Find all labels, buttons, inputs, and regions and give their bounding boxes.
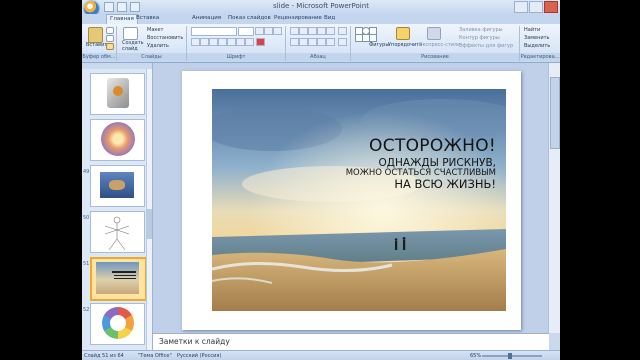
smartart-icon[interactable]	[338, 38, 347, 46]
layout-button[interactable]: Макет	[147, 27, 163, 33]
window-title: slide - Microsoft PowerPoint	[273, 2, 369, 10]
minimize-button[interactable]	[514, 1, 528, 13]
editor-vertical-scrollbar[interactable]	[548, 63, 560, 333]
text-direction-icon[interactable]	[338, 27, 347, 35]
justify-icon[interactable]	[317, 38, 326, 46]
slide-thumbnail[interactable]	[90, 303, 145, 345]
tab-insert[interactable]: Вставка	[136, 15, 159, 21]
slides-panel: 49 50 51 52	[82, 63, 153, 350]
slide-thumbnail-selected[interactable]	[90, 257, 147, 301]
reset-button[interactable]: Восстановить	[147, 35, 183, 41]
font-color-icon[interactable]	[256, 38, 265, 46]
title-bar: slide - Microsoft PowerPoint	[82, 0, 560, 16]
language-indicator[interactable]: Русский (Россия)	[177, 353, 221, 359]
group-editing-label: Редактирова...	[520, 53, 560, 61]
copy-icon[interactable]	[106, 35, 114, 42]
shapes-button[interactable]: Фигуры	[369, 42, 389, 48]
status-bar: Слайд 51 из 64 "Тема Office" Русский (Ро…	[82, 350, 560, 360]
increase-indent-icon[interactable]	[317, 27, 326, 35]
format-painter-icon[interactable]	[106, 43, 114, 50]
spacing-icon[interactable]	[236, 38, 245, 46]
quote-line-4: НА ВСЮ ЖИЗНЬ!	[394, 177, 496, 192]
shape-outline-button[interactable]: Контур фигуры	[459, 35, 500, 41]
thumb-number: 49	[83, 169, 90, 175]
slide-thumbnail[interactable]	[90, 165, 145, 207]
delete-button[interactable]: Удалить	[147, 43, 169, 49]
thumb-number: 50	[83, 215, 90, 221]
shape-fill-button[interactable]: Заливка фигуры	[459, 27, 503, 33]
tab-home[interactable]: Главная	[106, 14, 138, 24]
align-right-icon[interactable]	[308, 38, 317, 46]
thumb-number: 51	[83, 261, 90, 267]
notes-placeholder: Заметки к слайду	[159, 337, 230, 346]
case-icon[interactable]	[245, 38, 254, 46]
window-controls	[514, 1, 558, 13]
numbering-icon[interactable]	[299, 27, 308, 35]
align-center-icon[interactable]	[299, 38, 308, 46]
decrease-indent-icon[interactable]	[308, 27, 317, 35]
grow-font-icon[interactable]	[255, 27, 264, 35]
close-button[interactable]	[544, 1, 558, 13]
tab-review[interactable]: Рецензирование	[274, 15, 322, 21]
group-clipboard-label: Буфер обм...	[82, 53, 116, 61]
font-name-field[interactable]	[191, 27, 237, 36]
strikethrough-icon[interactable]	[218, 38, 227, 46]
slide-thumbnail[interactable]	[90, 211, 145, 253]
slides-panel-scrollbar[interactable]	[146, 69, 152, 350]
beach-photo[interactable]: ОСТОРОЖНО! ОДНАЖДЫ РИСКНУВ, МОЖНО ОСТАТЬ…	[212, 89, 506, 311]
quick-styles-icon[interactable]	[427, 27, 441, 40]
underline-icon[interactable]	[209, 38, 218, 46]
group-drawing-label: Рисование	[351, 53, 519, 61]
ribbon-tabs: Главная Вставка Анимация Показ слайдов Р…	[82, 14, 560, 24]
ribbon: Вставить Создать слайд Макет Восстановит…	[82, 24, 560, 63]
tab-view[interactable]: Вид	[324, 15, 335, 21]
shadow-icon[interactable]	[227, 38, 236, 46]
arrange-button[interactable]: Упорядочить	[388, 42, 422, 48]
quick-styles-button[interactable]: Экспресс-стили	[419, 42, 460, 48]
shape-star-icon[interactable]	[369, 34, 377, 42]
find-button[interactable]: Найти	[524, 27, 540, 33]
replace-button[interactable]: Заменить	[524, 35, 550, 41]
slide-thumbnail[interactable]	[90, 73, 145, 115]
slide-canvas[interactable]: ОСТОРОЖНО! ОДНАЖДЫ РИСКНУВ, МОЖНО ОСТАТЬ…	[182, 71, 521, 330]
group-slides-label: Слайды	[117, 53, 186, 61]
line-spacing-icon[interactable]	[326, 27, 335, 35]
new-slide-icon[interactable]	[123, 27, 138, 40]
quote-textbox[interactable]: ОСТОРОЖНО! ОДНАЖДЫ РИСКНУВ, МОЖНО ОСТАТЬ…	[296, 136, 496, 192]
quote-line-2: ОДНАЖДЫ РИСКНУВ,	[378, 156, 496, 169]
thumb-number: 52	[83, 307, 90, 313]
scrollbar-thumb[interactable]	[550, 77, 560, 149]
scrollbar-thumb[interactable]	[147, 209, 152, 239]
italic-icon[interactable]	[200, 38, 209, 46]
font-size-field[interactable]	[238, 27, 254, 36]
quote-line-1: ОСТОРОЖНО!	[369, 136, 496, 156]
notes-pane[interactable]: Заметки к слайду	[153, 333, 549, 350]
shrink-font-icon[interactable]	[264, 27, 273, 35]
zoom-slider-handle[interactable]	[508, 353, 512, 359]
paste-icon[interactable]	[88, 27, 103, 43]
group-paragraph-label: Абзац	[286, 53, 350, 61]
create-slide-button[interactable]: Создать слайд	[122, 40, 144, 52]
slide-editing-area: ОСТОРОЖНО! ОДНАЖДЫ РИСКНУВ, МОЖНО ОСТАТЬ…	[153, 63, 549, 333]
select-button[interactable]: Выделить	[524, 43, 550, 49]
columns-icon[interactable]	[326, 38, 335, 46]
bold-icon[interactable]	[191, 38, 200, 46]
align-left-icon[interactable]	[290, 38, 299, 46]
powerpoint-window: slide - Microsoft PowerPoint Главная Вст…	[82, 0, 560, 360]
slide-counter: Слайд 51 из 64	[84, 353, 124, 359]
clear-format-icon[interactable]	[273, 27, 282, 35]
maximize-button[interactable]	[529, 1, 543, 13]
cut-icon[interactable]	[106, 27, 114, 34]
slide-thumbnail[interactable]	[90, 119, 145, 161]
arrange-icon[interactable]	[396, 27, 410, 40]
bullets-icon[interactable]	[290, 27, 299, 35]
slides-panel-header	[82, 63, 152, 69]
zoom-slider[interactable]	[482, 353, 542, 359]
tab-slideshow[interactable]: Показ слайдов	[228, 15, 271, 21]
theme-name: "Тема Office"	[138, 353, 172, 359]
zoom-level[interactable]: 65%	[470, 353, 481, 359]
tab-animation[interactable]: Анимация	[192, 15, 221, 21]
group-font-label: Шрифт	[187, 53, 285, 61]
shape-effects-button[interactable]: Эффекты для фигур	[459, 43, 513, 49]
